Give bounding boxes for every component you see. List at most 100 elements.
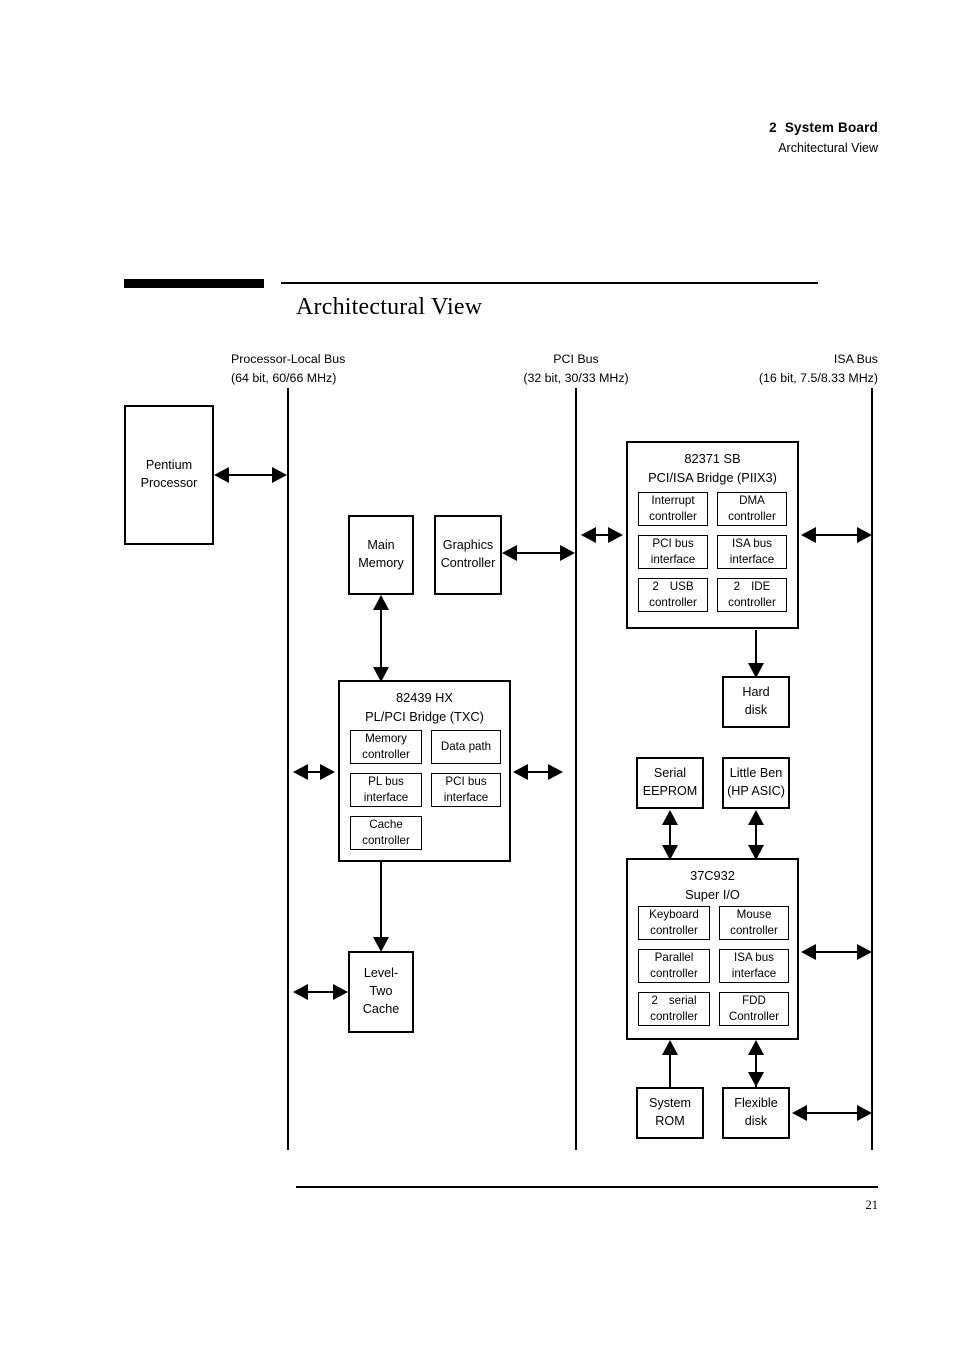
unit-kind: IDE (751, 580, 771, 594)
bus-name: ISA Bus (833, 352, 878, 366)
arrowhead-down (748, 1072, 764, 1087)
header-chapter-title: System Board (784, 120, 878, 135)
block-label-line1: Graphics (442, 538, 494, 553)
block-label-line1: Level- (363, 966, 399, 981)
page-header: 2 System Board Architectural View (769, 118, 878, 158)
arrowhead-left (513, 764, 528, 780)
unit-label-line2: controller (728, 510, 776, 523)
chip-title-txc: 82439 HX PL/PCI Bridge (TXC) (340, 682, 509, 726)
block-label-line2: disk (744, 1114, 768, 1128)
arrowhead-up (662, 1040, 678, 1055)
page-title: Architectural View (296, 294, 483, 320)
arrowhead-right (320, 764, 335, 780)
arrowhead-down (373, 937, 389, 952)
unit-pl-bus-interface: PL bus interface (350, 773, 422, 807)
unit-label-line1: Interrupt (651, 494, 695, 508)
unit-pci-bus-interface: PCI bus interface (431, 773, 501, 807)
arrowhead-right (333, 984, 348, 1000)
arrowhead-right (272, 467, 287, 483)
bus-name: Processor-Local Bus (231, 352, 346, 366)
unit-serial-controller: 2 serial controller (638, 992, 710, 1026)
chip-txc: 82439 HX PL/PCI Bridge (TXC) Memory cont… (338, 680, 511, 862)
block-label-line1: Little Ben (729, 766, 783, 781)
unit-memory-controller: Memory controller (350, 730, 422, 764)
block-label-line2: Two (369, 984, 393, 999)
unit-label-line2: controller (649, 510, 697, 523)
bus-spec: (16 bit, 7.5/8.33 MHz) (758, 370, 878, 385)
arrowhead-left (293, 984, 308, 1000)
block-label-line2: Controller (440, 556, 496, 570)
chip-title-piix3: 82371 SB PCI/ISA Bridge (PIIX3) (628, 443, 797, 487)
unit-label-line1: PL bus (368, 775, 404, 789)
arrowhead-left (801, 944, 816, 960)
unit-keyboard-controller: Keyboard controller (638, 906, 710, 940)
unit-label-line2: interface (443, 791, 489, 804)
chip-superio: 37C932 Super I/O Keyboard controller Mou… (626, 858, 799, 1040)
arrowhead-left (502, 545, 517, 561)
unit-ide-controller: 2 IDE controller (717, 578, 787, 612)
unit-label-line1: 2 USB (652, 579, 693, 595)
unit-kind: USB (669, 580, 694, 594)
arrowhead-right (857, 944, 872, 960)
unit-label-line1: FDD (742, 994, 766, 1008)
arrowhead-up (748, 1040, 764, 1055)
unit-label-line2: controller (649, 596, 697, 609)
block-system-rom: System ROM (636, 1087, 704, 1139)
unit-label-line1: Cache (369, 818, 403, 832)
block-label-line3: Cache (362, 1001, 400, 1016)
unit-isa-bus-interface: ISA bus interface (717, 535, 787, 569)
title-accent-bar (124, 279, 264, 288)
footer-rule (296, 1186, 878, 1188)
arrowhead-right (560, 545, 575, 561)
unit-label-line2: interface (363, 791, 409, 804)
arrowhead-up (662, 810, 678, 825)
block-label-line1: System (649, 1096, 691, 1111)
document-page: 2 System Board Architectural View Archite… (0, 0, 954, 1351)
block-label-line1: Hard (742, 685, 770, 700)
title-rule (281, 282, 818, 284)
connector-mainmemory-txc (380, 602, 382, 674)
arrowhead-up (373, 595, 389, 610)
chip-title-line2: PL/PCI Bridge (TXC) (365, 708, 484, 724)
bus-line-pci (575, 388, 577, 1150)
chip-title-line1: 37C932 (690, 868, 735, 883)
unit-label-line2: controller (650, 924, 698, 937)
unit-label-line1: Memory (365, 732, 407, 746)
unit-label-line1: 2 IDE (734, 579, 771, 595)
block-label-line2: ROM (655, 1114, 685, 1128)
bus-label-processor-local: Processor-Local Bus (64 bit, 60/66 MHz) (231, 350, 345, 388)
block-graphics-controller: Graphics Controller (434, 515, 502, 595)
arrowhead-left (801, 527, 816, 543)
unit-count: 2 (652, 580, 659, 594)
block-serial-eeprom: Serial EEPROM (636, 757, 704, 809)
bus-label-pci: PCI Bus (32 bit, 30/33 MHz) (516, 350, 636, 388)
block-label-line1: Main (367, 538, 395, 553)
unit-mouse-controller: Mouse controller (719, 906, 789, 940)
unit-label-line1: ISA bus (734, 951, 774, 965)
unit-label-line1: 2 serial (651, 993, 696, 1009)
unit-label-line2: interface (729, 553, 775, 566)
block-label-line1: Serial (653, 766, 687, 781)
unit-isa-bus-interface: ISA bus interface (719, 949, 789, 983)
unit-label-line1: PCI bus (445, 775, 487, 789)
bus-spec: (64 bit, 60/66 MHz) (231, 370, 337, 385)
unit-parallel-controller: Parallel controller (638, 949, 710, 983)
block-label-line2: disk (744, 703, 768, 717)
chip-title-superio: 37C932 Super I/O (628, 860, 797, 904)
header-chapter: 2 System Board (769, 118, 878, 139)
unit-label-line1: Parallel (654, 951, 694, 965)
unit-dma-controller: DMA controller (717, 492, 787, 526)
unit-usb-controller: 2 USB controller (638, 578, 708, 612)
block-label-line2: EEPROM (642, 784, 698, 798)
bus-name: PCI Bus (553, 352, 599, 366)
unit-label-line1: DMA (739, 494, 765, 508)
arrowhead-right (857, 1105, 872, 1121)
unit-count: 2 (651, 994, 658, 1008)
unit-label-line2: interface (731, 967, 777, 980)
chip-title-line2: PCI/ISA Bridge (PIIX3) (648, 469, 777, 485)
arrowhead-up (748, 810, 764, 825)
block-label-line2: Processor (140, 476, 198, 490)
unit-label-line2: Controller (728, 1010, 780, 1023)
bus-line-processor-local (287, 388, 289, 1150)
bus-spec: (32 bit, 30/33 MHz) (523, 370, 629, 385)
